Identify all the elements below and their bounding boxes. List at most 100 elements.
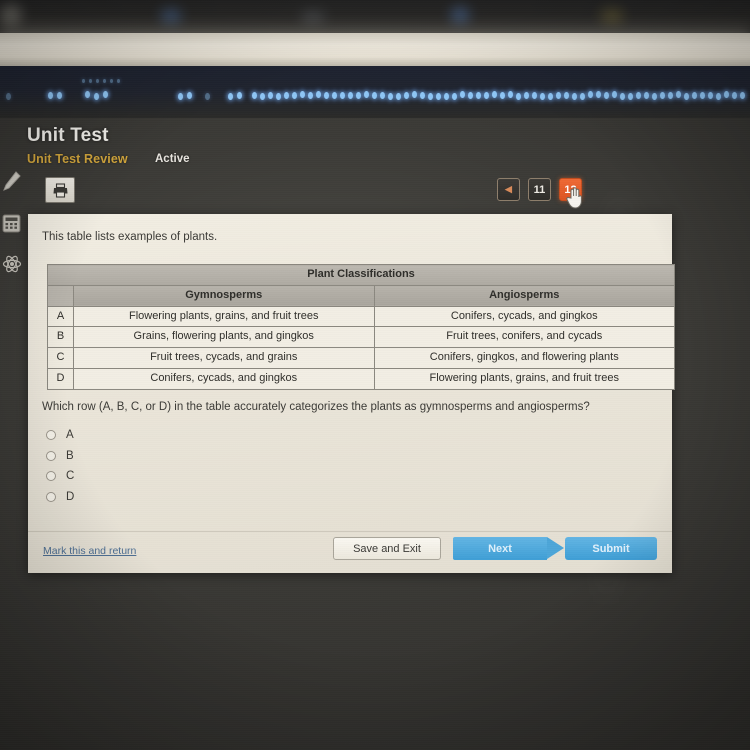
led-dot [540,93,545,100]
led-dot [596,91,601,98]
mark-this-and-return-link[interactable]: Mark this and return [43,545,136,557]
table-cell-angiosperms: Fruit trees, conifers, and cycads [374,327,675,348]
led-dot [420,92,425,99]
background-light-blob [300,10,326,24]
submit-button[interactable]: Submit [565,537,657,560]
table-cell-angiosperms: Conifers, cycads, and gingkos [374,306,675,327]
table-row: D Conifers, cycads, and gingkos Flowering … [48,368,675,389]
pagination-page-12-label: 12 [564,184,576,196]
atom-icon[interactable] [2,254,22,279]
background-light-blob [0,4,22,26]
led-dot [564,92,569,99]
led-dot [187,92,192,99]
led-dot [668,92,673,99]
led-dot [636,92,641,99]
led-dot [548,93,553,100]
led-dot [700,92,705,99]
calculator-icon[interactable] [2,214,21,238]
table-cell-gymnosperms: Fruit trees, cycads, and grains [74,348,375,369]
answer-option-c[interactable]: C [46,466,74,487]
table-title: Plant Classifications [48,265,675,286]
answer-option-b[interactable]: B [46,446,74,467]
led-dot [524,92,529,99]
led-strip-band [0,66,750,118]
answer-option-a[interactable]: A [46,425,74,446]
column-header-gymnosperms: Gymnosperms [74,285,375,306]
led-dot [82,79,85,83]
table-row-label: D [48,368,74,389]
led-dot [476,92,481,99]
next-button[interactable]: Next [453,537,547,560]
led-dot [316,91,321,98]
pagination-page-12[interactable]: 12 [559,178,582,201]
led-dot [620,93,625,100]
table-cell-angiosperms: Conifers, gingkos, and flowering plants [374,348,675,369]
led-dot [444,93,449,100]
card-footer: Mark this and return Save and Exit Next … [28,531,672,573]
led-dot [364,91,369,98]
table-row: A Flowering plants, grains, and fruit tre… [48,306,675,327]
table-row: B Grains, flowering plants, and gingkos Fr… [48,327,675,348]
led-dot [516,93,521,100]
status-badge: Active [155,153,190,165]
led-dot [460,91,465,98]
led-dot [300,91,305,98]
led-dot [716,93,721,100]
led-dot [612,91,617,98]
led-dot [484,92,489,99]
app-header: Unit Test Unit Test Review Active ◀ 11 1… [0,118,750,210]
led-dot [500,92,505,99]
page-title: Unit Test [27,125,109,147]
answer-option-d[interactable]: D [46,487,74,508]
radio-button-c[interactable] [46,471,56,481]
led-dot [724,91,729,98]
led-dot [324,92,329,99]
led-dot [205,93,210,100]
intro-text: This table lists examples of plants. [42,231,217,243]
pagination: ◀ 11 12 [497,178,582,201]
highlighter-icon[interactable] [2,170,22,199]
next-button-label: Next [488,543,512,555]
led-dot [308,92,313,99]
led-dot [388,93,393,100]
led-dot [348,92,353,99]
led-dot [89,79,92,83]
led-dot [228,93,233,100]
led-dot [57,92,62,99]
print-button[interactable] [45,177,75,203]
led-dot [452,93,457,100]
led-dot [492,91,497,98]
led-dot [260,93,265,100]
led-dot [276,93,281,100]
background-light-blob [160,8,182,24]
table-cell-gymnosperms: Conifers, cycads, and gingkos [74,368,375,389]
led-dot [660,92,665,99]
background-light-blob [450,6,470,24]
led-dot [6,93,11,100]
led-dot [644,92,649,99]
pagination-prev-button[interactable]: ◀ [497,178,520,201]
table-row-label: A [48,306,74,327]
led-dot [103,91,108,98]
table-title-row: Plant Classifications [48,265,675,286]
radio-button-a[interactable] [46,430,56,440]
tool-rail [0,170,26,300]
table-row-label: B [48,327,74,348]
led-dot [684,93,689,100]
led-dot [85,91,90,98]
plant-classification-table: Plant Classifications Gymnosperms Angios… [47,264,675,390]
pagination-page-11[interactable]: 11 [528,178,551,201]
led-dot [580,93,585,100]
table-row: C Fruit trees, cycads, and grains Conifers… [48,348,675,369]
radio-button-b[interactable] [46,451,56,461]
led-dot [740,92,745,99]
led-dot [292,92,297,99]
column-header-angiosperms: Angiosperms [374,285,675,306]
answer-options-group: ABCD [46,425,74,507]
led-dot [237,92,242,99]
save-and-exit-button[interactable]: Save and Exit [333,537,441,560]
led-dot [468,92,473,99]
radio-button-d[interactable] [46,492,56,502]
table-cell-gymnosperms: Flowering plants, grains, and fruit tree… [74,306,375,327]
led-dot [268,92,273,99]
